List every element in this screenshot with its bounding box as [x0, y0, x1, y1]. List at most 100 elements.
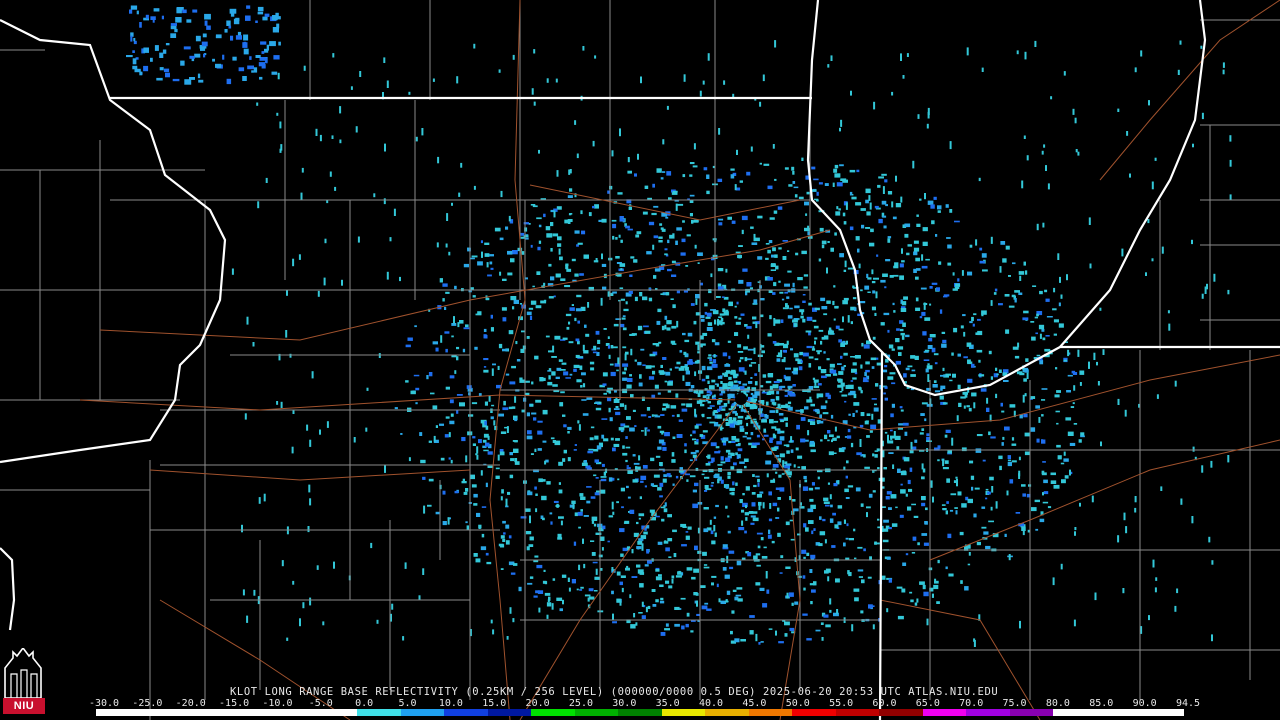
- echo-pixel: [861, 342, 864, 347]
- echo-pixel: [752, 474, 755, 477]
- echo-pixel: [634, 296, 638, 302]
- echo-pixel: [981, 253, 987, 258]
- echo-pixel: [921, 496, 926, 501]
- echo-pixel: [975, 448, 982, 453]
- echo-pixel: [981, 526, 987, 529]
- echo-pixel: [616, 369, 619, 372]
- echo-pixel: [659, 482, 664, 487]
- echo-pixel: [322, 621, 325, 626]
- echo-pixel: [562, 599, 564, 605]
- echo-pixel: [869, 430, 873, 433]
- echo-pixel: [273, 55, 280, 60]
- echo-pixel: [655, 569, 660, 572]
- echo-pixel: [871, 398, 877, 400]
- echo-pixel: [684, 339, 690, 343]
- echo-pixel: [806, 345, 813, 349]
- echo-pixel: [485, 482, 488, 488]
- echo-pixel: [333, 561, 335, 569]
- echo-pixel: [772, 464, 779, 468]
- echo-pixel: [1004, 533, 1007, 537]
- echo-pixel: [663, 474, 668, 477]
- echo-pixel: [660, 632, 666, 636]
- echo-pixel: [422, 568, 425, 575]
- echo-pixel: [671, 575, 675, 579]
- echo-pixel: [667, 514, 672, 518]
- echo-pixel: [762, 390, 766, 393]
- echo-pixel: [730, 630, 733, 635]
- echo-pixel: [739, 357, 744, 360]
- echo-pixel: [857, 386, 861, 389]
- echo-pixel: [872, 490, 876, 493]
- echo-pixel: [437, 156, 440, 164]
- echo-pixel: [501, 489, 504, 494]
- echo-pixel: [473, 493, 478, 498]
- echo-pixel: [958, 402, 962, 407]
- echo-pixel: [739, 405, 742, 409]
- echo-pixel: [792, 181, 796, 184]
- echo-pixel: [708, 488, 712, 490]
- echo-pixel: [513, 563, 518, 566]
- echo-pixel: [622, 346, 627, 349]
- echo-pixel: [967, 361, 973, 365]
- echo-pixel: [898, 352, 902, 356]
- echo-pixel: [483, 328, 487, 332]
- echo-pixel: [865, 361, 870, 365]
- echo-pixel: [280, 401, 283, 409]
- echo-pixel: [1011, 443, 1017, 446]
- colorbar-segment: [1053, 709, 1097, 716]
- echo-pixel: [738, 245, 743, 247]
- echo-pixel: [961, 270, 964, 276]
- echo-pixel: [694, 408, 697, 417]
- echo-pixel: [747, 334, 750, 339]
- echo-pixel: [639, 496, 642, 500]
- echo-pixel: [542, 440, 547, 443]
- echo-pixel: [515, 341, 518, 345]
- echo-pixel: [883, 312, 890, 316]
- echo-pixel: [585, 333, 590, 337]
- echo-pixel: [770, 398, 775, 402]
- echo-pixel: [802, 318, 806, 323]
- echo-pixel: [1176, 588, 1179, 594]
- echo-pixel: [1073, 423, 1078, 425]
- echo-pixel: [1117, 398, 1120, 405]
- echo-pixel: [905, 493, 908, 497]
- echo-pixel: [626, 485, 629, 489]
- echo-pixel: [820, 369, 827, 374]
- echo-pixel: [847, 570, 850, 575]
- echo-pixel: [1014, 298, 1017, 303]
- echo-pixel: [529, 576, 534, 579]
- echo-pixel: [535, 305, 542, 309]
- echo-pixel: [913, 515, 919, 518]
- echo-pixel: [904, 223, 911, 228]
- echo-pixel: [671, 578, 674, 584]
- echo-pixel: [971, 316, 974, 322]
- echo-pixel: [776, 391, 780, 395]
- echo-pixel: [871, 413, 874, 420]
- echo-pixel: [761, 419, 767, 423]
- echo-pixel: [619, 128, 621, 137]
- echo-pixel: [601, 547, 604, 551]
- echo-pixel: [1007, 461, 1012, 467]
- echo-pixel: [573, 541, 577, 546]
- niu-castle-logo-icon: [4, 646, 42, 699]
- echo-pixel: [1005, 245, 1010, 250]
- echo-pixel: [492, 363, 496, 366]
- echo-pixel: [769, 419, 774, 424]
- legend-tick-label: 94.5: [1175, 698, 1201, 709]
- echo-pixel: [543, 282, 546, 286]
- echo-pixel: [633, 613, 636, 618]
- echo-pixel: [1058, 323, 1064, 328]
- echo-pixel: [921, 254, 924, 261]
- echo-pixel: [1121, 248, 1124, 257]
- echo-pixel: [481, 506, 487, 508]
- echo-pixel: [703, 528, 709, 533]
- echo-pixel: [331, 135, 334, 139]
- echo-pixel: [749, 364, 753, 367]
- echo-pixel: [707, 401, 711, 404]
- echo-pixel: [753, 395, 758, 398]
- echo-pixel: [260, 41, 267, 45]
- echo-pixel: [511, 365, 516, 369]
- echo-pixel: [162, 49, 167, 54]
- echo-pixel: [967, 378, 973, 383]
- echo-pixel: [976, 434, 983, 437]
